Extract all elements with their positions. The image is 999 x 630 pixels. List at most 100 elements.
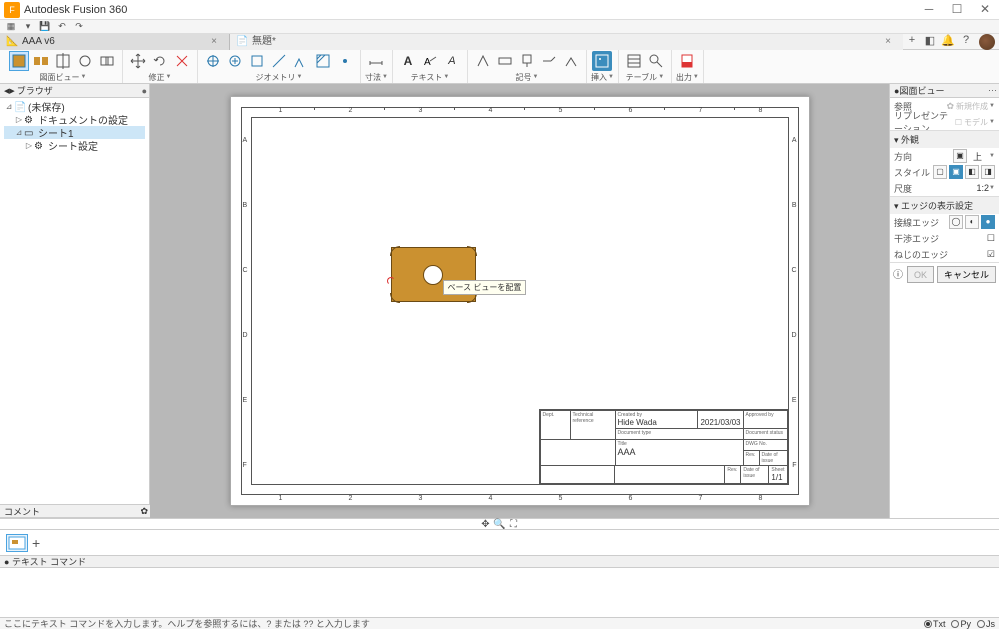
- chevron-down-icon[interactable]: ▼: [382, 74, 388, 80]
- centerline-button[interactable]: [203, 51, 223, 71]
- chevron-down-icon[interactable]: ▼: [608, 74, 614, 80]
- chevron-down-icon[interactable]: ▼: [297, 74, 303, 80]
- file-menu-icon[interactable]: ▾: [21, 21, 35, 33]
- weld-button[interactable]: [539, 51, 559, 71]
- new-tab-icon[interactable]: +: [903, 34, 921, 50]
- command-text-area[interactable]: [0, 568, 999, 617]
- title-block: Dept. Technical reference Created byHide…: [539, 409, 789, 485]
- mode-py[interactable]: Py: [951, 619, 971, 629]
- grid-menu-icon[interactable]: ▦: [4, 21, 18, 33]
- chevron-down-icon[interactable]: ▼: [658, 74, 664, 80]
- detail-view-button[interactable]: [75, 51, 95, 71]
- mode-txt[interactable]: Txt: [924, 619, 946, 629]
- datum-button[interactable]: [517, 51, 537, 71]
- chevron-down-icon[interactable]: ▼: [81, 74, 87, 80]
- svg-text:A: A: [424, 57, 431, 68]
- user-avatar[interactable]: [979, 34, 995, 50]
- line-button[interactable]: [269, 51, 289, 71]
- toolgroup-insert: 挿入▼: [587, 50, 619, 83]
- checkbox-icon[interactable]: ☐: [987, 233, 995, 244]
- save-icon[interactable]: 💾: [38, 21, 52, 33]
- chevron-down-icon[interactable]: ▼: [166, 74, 172, 80]
- marker-button[interactable]: [335, 51, 355, 71]
- tab-close-icon[interactable]: ×: [881, 34, 895, 50]
- status-bar: ここにテキスト コマンドを入力します。ヘルプを参照するには、? または ?? と…: [0, 617, 999, 629]
- centermark-button[interactable]: [225, 51, 245, 71]
- prop-tangent[interactable]: 接線エッジ ◯ ◐ ●: [890, 214, 999, 230]
- close-button[interactable]: ✕: [971, 0, 999, 20]
- sheet-timeline: +: [0, 530, 999, 556]
- fit-icon[interactable]: ⛶: [507, 519, 521, 530]
- comment-panel-header[interactable]: コメント ✿: [0, 504, 150, 518]
- sheet-thumb-1[interactable]: [6, 534, 28, 552]
- checkbox-icon[interactable]: ☑: [987, 249, 995, 260]
- style-wire-icon[interactable]: ▢: [933, 165, 947, 179]
- pdf-button[interactable]: [677, 51, 697, 71]
- quick-access-toolbar: ▦ ▾ 💾 ↶ ↷: [0, 20, 999, 34]
- toolgroup-label: 挿入: [591, 72, 607, 83]
- zoom-icon[interactable]: 🔍: [493, 519, 507, 530]
- cube-icon[interactable]: ▣: [953, 149, 967, 163]
- pin-icon[interactable]: ●: [142, 86, 147, 96]
- section-edge[interactable]: ▾ エッジの表示設定: [890, 196, 999, 214]
- dimension-button[interactable]: [366, 51, 386, 71]
- note-button[interactable]: A: [442, 51, 462, 71]
- drawing-canvas[interactable]: 1 2 3 4 5 6 7 8 1 2 3 4 5 6 7 8 A B C D …: [150, 84, 889, 518]
- gear-icon[interactable]: ✿: [140, 506, 148, 517]
- text-button[interactable]: A: [398, 51, 418, 71]
- section-view-button[interactable]: [53, 51, 73, 71]
- mode-js[interactable]: Js: [977, 619, 995, 629]
- cancel-button[interactable]: キャンセル: [937, 266, 996, 283]
- add-sheet-button[interactable]: +: [32, 535, 40, 551]
- app-icon: F: [4, 2, 20, 18]
- surface-button[interactable]: [473, 51, 493, 71]
- style-hidden-icon[interactable]: ▣: [949, 165, 963, 179]
- sketch-button[interactable]: [291, 51, 311, 71]
- info-icon[interactable]: ⓘ: [893, 266, 903, 283]
- style-shaded-icon[interactable]: ◧: [965, 165, 979, 179]
- section-appearance[interactable]: ▾ 外観: [890, 130, 999, 148]
- tangent-off-icon[interactable]: ◯: [949, 215, 963, 229]
- redo-icon[interactable]: ↷: [72, 21, 86, 33]
- style-shaded2-icon[interactable]: ◨: [981, 165, 995, 179]
- projected-view-button[interactable]: [31, 51, 51, 71]
- leader-button[interactable]: A: [420, 51, 440, 71]
- pan-icon[interactable]: ✥: [479, 519, 493, 530]
- undo-icon[interactable]: ↶: [55, 21, 69, 33]
- prop-interfere[interactable]: 干渉エッジ ☐: [890, 230, 999, 246]
- table-button[interactable]: [624, 51, 644, 71]
- balloon-button[interactable]: [646, 51, 666, 71]
- insert-image-button[interactable]: [592, 51, 612, 71]
- move-button[interactable]: [128, 51, 148, 71]
- chevron-down-icon[interactable]: ▼: [443, 74, 449, 80]
- menu-icon[interactable]: ⋯: [988, 85, 997, 96]
- tab-untitled[interactable]: 📄 無題* ×: [230, 34, 903, 50]
- prop-orientation[interactable]: 方向 ▣ 上 ▼: [890, 148, 999, 164]
- toolgroup-dim: 寸法▼: [361, 50, 393, 83]
- notification-icon[interactable]: 🔔: [939, 34, 957, 50]
- break-view-button[interactable]: [97, 51, 117, 71]
- tab-close-icon[interactable]: ×: [207, 34, 221, 50]
- tree-doc-settings[interactable]: ▷⚙ドキュメントの設定: [4, 113, 145, 126]
- prop-style[interactable]: スタイル ▢ ▣ ◧ ◨: [890, 164, 999, 180]
- prop-scale[interactable]: 尺度 1:2 ▼: [890, 180, 999, 196]
- tangent-full-icon[interactable]: ◐: [965, 215, 979, 229]
- base-view-button[interactable]: [9, 51, 29, 71]
- chevron-down-icon[interactable]: ▼: [693, 74, 699, 80]
- prop-thread[interactable]: ねじのエッジ ☑: [890, 246, 999, 262]
- tangent-short-icon[interactable]: ●: [981, 215, 995, 229]
- panel-title: ブラウザ: [17, 84, 53, 97]
- edge-ext-button[interactable]: [247, 51, 267, 71]
- hatch-button[interactable]: [313, 51, 333, 71]
- minimize-button[interactable]: ─: [915, 0, 943, 20]
- fcf-button[interactable]: [495, 51, 515, 71]
- tab-aaa[interactable]: 📐 AAA v6 ×: [0, 34, 230, 50]
- maximize-button[interactable]: ☐: [943, 0, 971, 20]
- tree-sheet-settings[interactable]: ▷⚙シート設定: [4, 139, 145, 152]
- help-icon[interactable]: ?: [957, 34, 975, 50]
- bend-button[interactable]: [561, 51, 581, 71]
- chevron-down-icon[interactable]: ▼: [532, 74, 538, 80]
- rotate-button[interactable]: [150, 51, 170, 71]
- extensions-icon[interactable]: ◧: [921, 34, 939, 50]
- delete-button[interactable]: [172, 51, 192, 71]
